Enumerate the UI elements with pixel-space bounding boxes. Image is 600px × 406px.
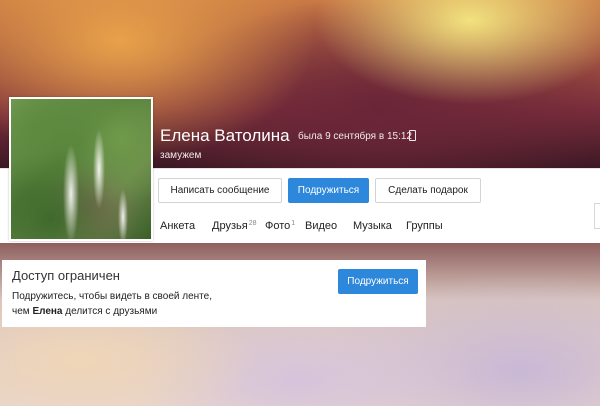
tab-label: Видео [305,220,338,232]
tab-friends[interactable]: Друзья28 [212,220,256,232]
tab-music[interactable]: Музыка [353,220,392,232]
marital-status: замужем [160,150,202,161]
mobile-phone-icon [409,130,416,141]
tab-label: Анкета [160,220,196,232]
tab-photos[interactable]: Фото1 [265,220,295,232]
tab-label: Друзья [212,220,248,232]
access-description: Подружитесь, чтобы видеть в своей ленте, [12,291,212,302]
tab-video[interactable]: Видео [305,220,337,232]
last-seen-text: была 9 сентября в 15:12 [298,131,412,142]
tab-label: Группы [406,220,443,232]
avatar[interactable] [9,97,153,241]
access-befriend-button[interactable]: Подружиться [338,269,418,294]
friends-count: 28 [248,220,257,227]
photos-count: 1 [291,220,296,227]
access-title: Доступ ограничен [12,268,120,283]
tab-profile[interactable]: Анкета [160,220,195,232]
access-description-line2: чем Елена делится с друзьями [12,306,157,317]
tab-label: Фото [265,220,291,232]
access-name: Елена [32,306,63,317]
side-panel-handle[interactable] [594,203,600,229]
send-message-button[interactable]: Написать сообщение [158,178,282,203]
tab-groups[interactable]: Группы [406,220,443,232]
access-restricted-card: Доступ ограничен Подружитесь, чтобы виде… [2,260,426,327]
tab-label: Музыка [353,220,392,232]
send-gift-button[interactable]: Сделать подарок [375,178,481,203]
profile-name: Елена Ватолина [160,126,290,145]
access-line2-prefix: чем [12,306,33,317]
befriend-button[interactable]: Подружиться [288,178,369,203]
access-line2-suffix: делится с друзьями [62,306,158,317]
